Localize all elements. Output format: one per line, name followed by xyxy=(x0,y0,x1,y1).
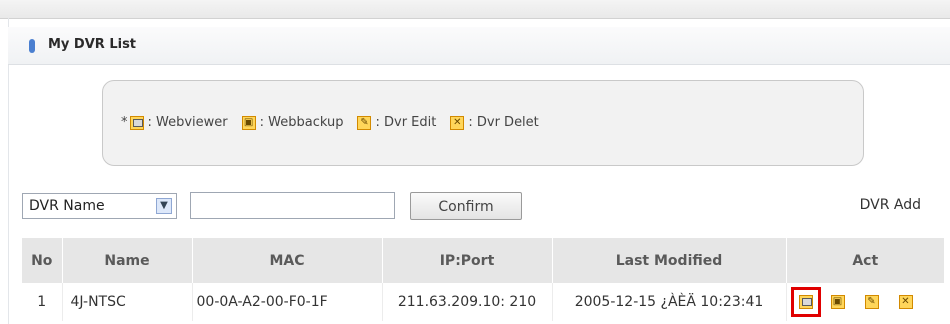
table-row: 1 4J-NTSC 00-0A-A2-00-F0-1F 211.63.209.1… xyxy=(22,283,944,321)
webviewer-button[interactable] xyxy=(790,287,821,317)
dvr-table: No Name MAC IP:Port Last Modified Act 1 … xyxy=(22,238,944,321)
column-header-act: Act xyxy=(785,238,944,283)
webbackup-icon: ▣ xyxy=(241,115,256,130)
column-header-ip-port: IP:Port xyxy=(381,238,552,283)
legend-line: * : Webviewer ▣ : Webbackup ✎ : Dvr Edit… xyxy=(121,115,553,130)
column-header-name: Name xyxy=(61,238,192,283)
cell-last-modified: 2005-12-15 ¿ÀÈÄ 10:23:41 xyxy=(551,283,786,321)
search-input[interactable] xyxy=(190,192,395,219)
webbackup-button[interactable]: ▣ xyxy=(827,291,849,313)
legend-label-webbackup: : Webbackup xyxy=(259,115,344,130)
cell-ip-port: 211.63.209.10: 210 xyxy=(381,283,552,321)
cell-mac: 00-0A-A2-00-F0-1F xyxy=(191,283,382,321)
table-header-row: No Name MAC IP:Port Last Modified Act xyxy=(22,238,944,283)
webbackup-icon: ▣ xyxy=(830,295,845,309)
legend-label-dvr-edit: : Dvr Edit xyxy=(375,115,437,130)
confirm-button[interactable]: Confirm xyxy=(410,192,522,220)
column-header-mac: MAC xyxy=(191,238,382,283)
legend-label-webviewer: : Webviewer xyxy=(147,115,228,130)
dvr-edit-icon: ✎ xyxy=(357,115,372,130)
dvr-delete-icon: ✕ xyxy=(450,115,465,130)
cell-no: 1 xyxy=(37,294,47,310)
panel-header: My DVR List xyxy=(8,27,950,65)
dvr-delete-button[interactable]: ✕ xyxy=(895,291,917,313)
top-strip xyxy=(0,0,950,19)
dvr-edit-button[interactable]: ✎ xyxy=(861,291,883,313)
search-field-value: DVR Name xyxy=(29,198,105,214)
panel-pill-icon xyxy=(29,39,35,53)
legend-label-dvr-delete: : Dvr Delet xyxy=(468,115,539,130)
dvr-edit-icon: ✎ xyxy=(864,295,879,309)
legend-box: * : Webviewer ▣ : Webbackup ✎ : Dvr Edit… xyxy=(102,80,864,166)
dvr-delete-icon: ✕ xyxy=(898,295,913,309)
webviewer-icon xyxy=(129,115,144,130)
dvr-add-link[interactable]: DVR Add xyxy=(860,197,921,213)
cell-name: 4J-NTSC xyxy=(61,283,192,321)
page-title: My DVR List xyxy=(48,37,137,52)
search-field-select[interactable]: DVR Name ▼ xyxy=(22,193,177,219)
chevron-down-icon[interactable]: ▼ xyxy=(156,198,172,214)
legend-prefix: * xyxy=(121,115,128,130)
cell-actions: ▣ ✎ ✕ xyxy=(785,283,944,321)
webviewer-icon xyxy=(798,295,813,309)
column-header-no: No xyxy=(22,238,62,283)
column-header-last-modified: Last Modified xyxy=(551,238,786,283)
